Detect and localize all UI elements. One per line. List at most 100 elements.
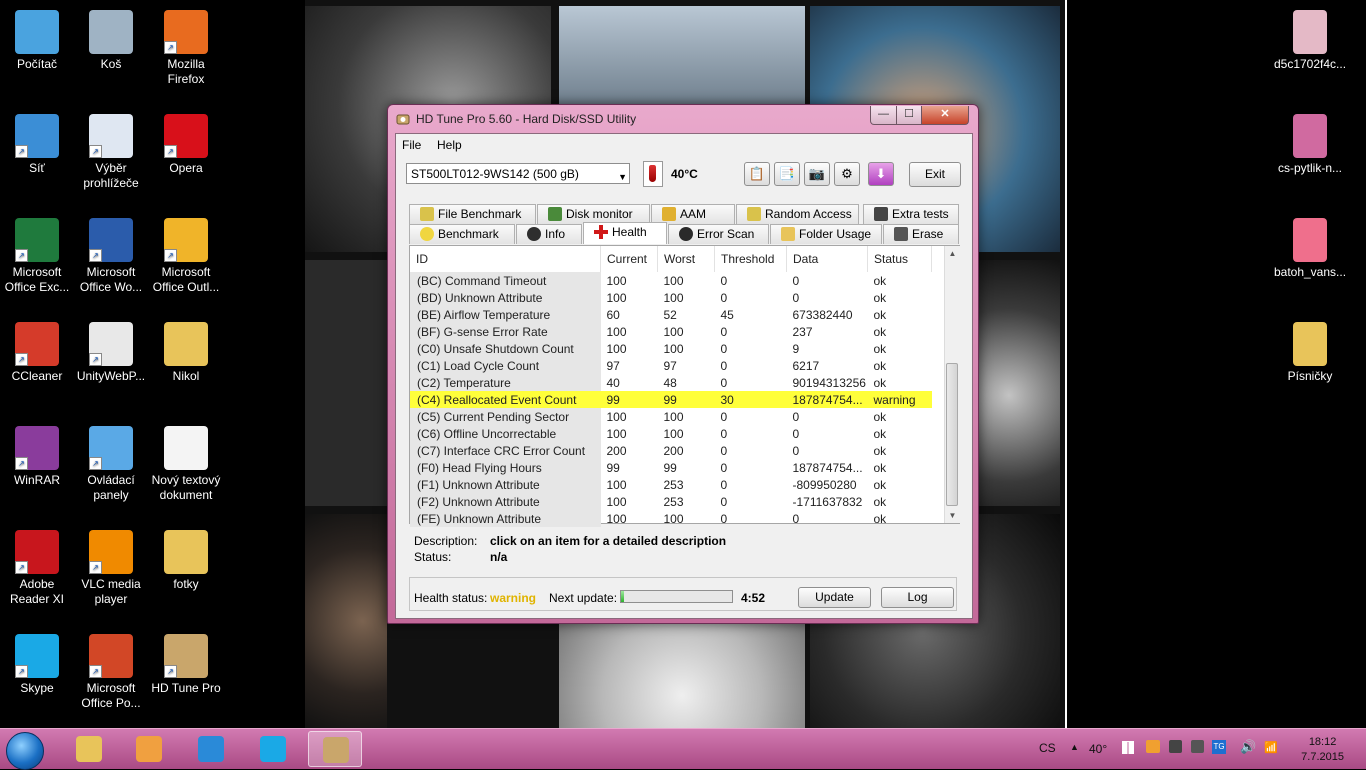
vertical-scrollbar[interactable]: ▲ ▼ (944, 246, 960, 523)
security-icon[interactable] (1146, 740, 1160, 753)
tab-disk-monitor[interactable]: Disk monitor (537, 204, 650, 224)
hdtune-window[interactable]: HD Tune Pro 5.60 - Hard Disk/SSD Utility… (387, 104, 979, 624)
tab-health[interactable]: Health (583, 222, 667, 244)
minimize-button[interactable]: — (870, 106, 897, 125)
tab-erase[interactable]: Erase (883, 224, 959, 244)
table-row[interactable]: (BD) Unknown Attribute 100 100 0 0 ok (410, 289, 932, 306)
table-row[interactable]: (C6) Offline Uncorrectable 100 100 0 0 ok (410, 425, 932, 442)
wifi-signal-icon[interactable]: 📶 (1264, 741, 1278, 754)
copy-text-button[interactable]: 📋 (744, 162, 770, 186)
tab-aam[interactable]: AAM (651, 204, 735, 224)
taskbar-app-button[interactable] (62, 731, 116, 767)
menu-help[interactable]: Help (437, 138, 462, 152)
column-header-data[interactable]: Data (786, 246, 868, 272)
windows-start-icon[interactable] (6, 732, 44, 770)
desktop-icon[interactable]: cs-pytlik-n... (1268, 110, 1352, 176)
table-row[interactable]: (F0) Head Flying Hours 99 99 0 187874754... o… (410, 459, 932, 476)
table-row[interactable]: (BF) G-sense Error Rate 100 100 0 237 ok (410, 323, 932, 340)
table-row[interactable]: (C5) Current Pending Sector 100 100 0 0 ok (410, 408, 932, 425)
table-row[interactable]: (C1) Load Cycle Count 97 97 0 6217 ok (410, 357, 932, 374)
drive-select[interactable]: ST500LT012-9WS142 (500 gB) ▼ (406, 163, 630, 184)
column-header-worst[interactable]: Worst (657, 246, 715, 272)
close-button[interactable]: ✕ (921, 106, 969, 125)
desktop-icon[interactable]: ↗ Síť (0, 110, 74, 176)
desktop-icon[interactable]: ↗ Microsoft Office Outl... (149, 214, 223, 295)
taskbar-app-button[interactable] (122, 731, 176, 767)
options-button[interactable]: ⚙ (834, 162, 860, 186)
desktop-icon[interactable]: Koš (74, 6, 148, 72)
tray-app-icon[interactable] (1191, 740, 1204, 753)
cell-worst: 100 (663, 426, 684, 441)
taskbar-app-button[interactable] (184, 731, 238, 767)
desktop-icon[interactable]: d5c1702f4c... (1268, 6, 1352, 72)
tab-folder-usage[interactable]: Folder Usage (770, 224, 882, 244)
desktop-icon[interactable]: ↗ VLC media player (74, 526, 148, 607)
column-header-threshold[interactable]: Threshold (714, 246, 787, 272)
desktop-icon[interactable]: ↗ UnityWebP... (74, 318, 148, 384)
tray-temperature[interactable]: 40° (1089, 742, 1107, 756)
cell-threshold: 0 (720, 426, 728, 441)
desktop-icon[interactable]: ↗ Skype (0, 630, 74, 696)
taskbar-app-button[interactable] (246, 731, 300, 767)
volume-icon[interactable]: 🔊 (1240, 739, 1256, 755)
magnifier-icon (679, 227, 693, 241)
tray-app-icon[interactable]: TG (1212, 740, 1226, 754)
table-row[interactable]: (BC) Command Timeout 100 100 0 0 ok (410, 272, 932, 289)
desktop-icon[interactable]: batoh_vans... (1268, 214, 1352, 280)
show-hidden-icons-icon[interactable]: ▲ (1070, 742, 1079, 752)
desktop-icon[interactable]: ↗ Adobe Reader XI (0, 526, 74, 607)
table-row[interactable]: (C2) Temperature 40 48 0 90194313256 ok (410, 374, 932, 391)
desktop-icon[interactable]: ↗ WinRAR (0, 422, 74, 488)
desktop-icon[interactable]: ↗ Microsoft Office Exc... (0, 214, 74, 295)
menu-file[interactable]: File (402, 138, 421, 152)
table-row[interactable]: (BE) Airflow Temperature 60 52 45 673382440 o… (410, 306, 932, 323)
screenshot-button[interactable]: 📷 (804, 162, 830, 186)
table-row[interactable]: (FE) Unknown Attribute 100 100 0 0 ok (410, 510, 932, 527)
desktop-icon[interactable]: Nikol (149, 318, 223, 384)
exit-button[interactable]: Exit (909, 162, 961, 187)
desktop-icon[interactable]: Počítač (0, 6, 74, 72)
smart-table[interactable]: ID Current Worst Threshold Data Status (… (409, 245, 960, 527)
desktop-icon[interactable]: Písničky (1268, 318, 1352, 384)
tab-error-scan[interactable]: Error Scan (668, 224, 769, 244)
desktop-icon[interactable]: ↗ CCleaner (0, 318, 74, 384)
tab-file-benchmark[interactable]: File Benchmark (409, 204, 536, 224)
tab-extra-tests[interactable]: Extra tests (863, 204, 959, 224)
tab-benchmark[interactable]: Benchmark (409, 224, 515, 244)
scroll-down-arrow-icon[interactable]: ▼ (945, 508, 960, 523)
table-row[interactable]: (F1) Unknown Attribute 100 253 0 -809950280 o… (410, 476, 932, 493)
desktop-icon[interactable]: ↗ Microsoft Office Po... (74, 630, 148, 711)
log-button[interactable]: Log (881, 587, 954, 608)
network-tray-icon[interactable] (1169, 740, 1182, 753)
save-button[interactable]: ⬇ (868, 162, 894, 186)
table-row[interactable]: (C0) Unsafe Shutdown Count 100 100 0 9 ok (410, 340, 932, 357)
desktop-icon[interactable]: ↗ Mozilla Firefox (149, 6, 223, 87)
language-indicator[interactable]: CS (1039, 741, 1056, 755)
scrollbar-thumb[interactable] (946, 363, 958, 506)
table-row[interactable]: (C7) Interface CRC Error Count 200 200 0 0 ok (410, 442, 932, 459)
desktop-icon[interactable]: ↗ Výběr prohlížeče (74, 110, 148, 191)
column-header-id[interactable]: ID (410, 246, 601, 272)
taskbar-app-button[interactable] (308, 731, 362, 767)
copy-all-button[interactable]: 📑 (774, 162, 800, 186)
desktop-icon[interactable]: fotky (149, 526, 223, 592)
tab-info[interactable]: Info (516, 224, 582, 244)
desktop-icon[interactable]: ↗ HD Tune Pro (149, 630, 223, 696)
title-bar[interactable]: HD Tune Pro 5.60 - Hard Disk/SSD Utility… (388, 105, 978, 133)
clock[interactable]: 18:12 7.7.2015 (1301, 735, 1344, 765)
trash-icon (894, 227, 908, 241)
scroll-up-arrow-icon[interactable]: ▲ (945, 246, 960, 261)
column-header-current[interactable]: Current (600, 246, 658, 272)
tab-random-access[interactable]: Random Access (736, 204, 859, 224)
update-button[interactable]: Update (798, 587, 871, 608)
table-row[interactable]: (F2) Unknown Attribute 100 253 0 -1711637832… (410, 493, 932, 510)
maximize-button[interactable]: ☐ (896, 106, 922, 125)
column-header-status[interactable]: Status (867, 246, 932, 272)
desktop-icon[interactable]: Nový textový dokument (149, 422, 223, 503)
description-value: click on an item for a detailed descript… (490, 534, 727, 548)
desktop-icon[interactable]: ↗ Opera (149, 110, 223, 176)
desktop-icon[interactable]: ↗ Microsoft Office Wo... (74, 214, 148, 295)
desktop-icon[interactable]: ↗ Ovládací panely (74, 422, 148, 503)
windows-flag-icon[interactable] (1122, 741, 1134, 754)
table-row[interactable]: (C4) Reallocated Event Count 99 99 30 187874… (410, 391, 932, 408)
